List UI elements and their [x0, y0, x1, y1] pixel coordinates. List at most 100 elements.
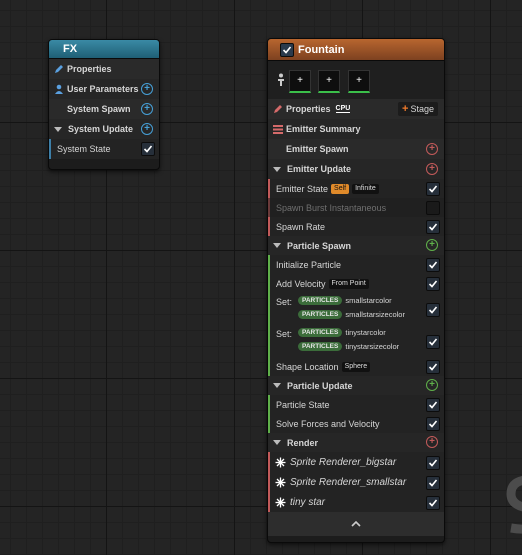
- fx-system-node[interactable]: FX Properties User Parameters + System S…: [48, 39, 160, 170]
- collapse-triangle-icon[interactable]: [273, 166, 281, 172]
- fx-system-spawn-row[interactable]: System Spawn +: [49, 99, 159, 119]
- collapse-triangle-icon[interactable]: [54, 126, 62, 132]
- collapse-triangle-icon[interactable]: [273, 383, 281, 388]
- fountain-emitter-node[interactable]: Fountain + + + Properties CPU + Stage Em…: [267, 38, 445, 543]
- set2-param-name-2: tinystarsizecolor: [345, 342, 400, 351]
- module-row-add-velocity[interactable]: Add Velocity From Point: [268, 274, 444, 293]
- module-row-initialize-particle[interactable]: Initialize Particle: [268, 255, 444, 274]
- emitter-summary-row[interactable]: Emitter Summary: [268, 119, 444, 139]
- plus-icon: +: [402, 103, 409, 115]
- particle-spawn-row[interactable]: Particle Spawn +: [268, 236, 444, 255]
- fx-system-update-label: System Update: [68, 124, 134, 134]
- stage-color-bar: [268, 325, 270, 357]
- stage-color-bar: [268, 357, 270, 376]
- sprite-burst-icon: [274, 477, 286, 488]
- stage-color-bar: [268, 452, 270, 472]
- set-label: Set:: [276, 329, 293, 339]
- module-row-emitter-state[interactable]: Emitter State Self Infinite: [268, 179, 444, 198]
- emitter-update-row[interactable]: Emitter Update +: [268, 159, 444, 179]
- fountain-properties-label: Properties: [286, 104, 331, 114]
- module-row-set-parameters-1[interactable]: Set: PARTICLES smallstarcolor PARTICLES …: [268, 293, 444, 325]
- add-system-update-module-icon[interactable]: +: [141, 123, 153, 135]
- particle-state-enabled-checkbox[interactable]: [426, 398, 440, 412]
- add-thumbnail-slot-2[interactable]: +: [318, 70, 340, 93]
- set1-enabled-checkbox[interactable]: [426, 303, 440, 317]
- emitter-state-label: Emitter State: [276, 183, 329, 194]
- module-row-shape-location[interactable]: Shape Location Sphere: [268, 357, 444, 376]
- solve-forces-enabled-checkbox[interactable]: [426, 417, 440, 431]
- collapse-triangle-icon[interactable]: [273, 440, 281, 445]
- self-badge: Self: [331, 183, 350, 194]
- particle-state-label: Particle State: [276, 399, 330, 410]
- fountain-node-header[interactable]: Fountain: [268, 39, 444, 61]
- initialize-particle-label: Initialize Particle: [276, 259, 342, 270]
- emitter-summary-label: Emitter Summary: [286, 124, 361, 134]
- stage-color-bar: [268, 274, 270, 293]
- emitter-enabled-checkbox[interactable]: [280, 43, 294, 57]
- renderer-row[interactable]: Sprite Renderer_bigstar: [268, 452, 444, 472]
- particle-update-row[interactable]: Particle Update +: [268, 376, 444, 395]
- fx-properties-label: Properties: [67, 64, 112, 74]
- shape-location-enabled-checkbox[interactable]: [426, 360, 440, 374]
- fx-node-header[interactable]: FX: [49, 40, 159, 59]
- emitter-state-enabled-checkbox[interactable]: [426, 182, 440, 196]
- renderer-enabled-checkbox[interactable]: [426, 496, 440, 510]
- fx-properties-row[interactable]: Properties: [49, 59, 159, 79]
- add-thumbnail-slot-3[interactable]: +: [348, 70, 370, 93]
- set2-param-name-1: tinystarcolor: [345, 328, 386, 337]
- add-user-parameter-icon[interactable]: +: [141, 83, 153, 95]
- set2-enabled-checkbox[interactable]: [426, 335, 440, 349]
- fx-node-title: FX: [63, 43, 78, 55]
- collapse-node-bar[interactable]: [268, 512, 444, 536]
- add-stage-label: Stage: [410, 104, 434, 114]
- module-row-set-parameters-2[interactable]: Set: PARTICLES tinystarcolor PARTICLES t…: [268, 325, 444, 357]
- add-thumbnail-slot-1[interactable]: +: [289, 70, 311, 93]
- emitter-spawn-label: Emitter Spawn: [286, 144, 349, 154]
- add-stage-button[interactable]: + Stage: [398, 102, 438, 116]
- particle-spawn-label: Particle Spawn: [287, 240, 352, 251]
- module-row-particle-state[interactable]: Particle State: [268, 395, 444, 414]
- render-label: Render: [287, 437, 319, 448]
- graph-watermark-glyph: [505, 470, 522, 540]
- fx-system-state-row[interactable]: System State: [49, 139, 159, 159]
- list-icon: [272, 124, 284, 134]
- stage-color-bar: [268, 395, 270, 414]
- spawn-burst-label: Spawn Burst Instantaneous: [276, 202, 387, 213]
- set1-param-row-2: PARTICLES smallstarsizecolor: [298, 310, 405, 319]
- system-state-enabled-checkbox[interactable]: [141, 142, 155, 156]
- stage-color-bar: [268, 492, 270, 512]
- fx-user-parameters-row[interactable]: User Parameters +: [49, 79, 159, 99]
- particles-namespace-pill: PARTICLES: [298, 296, 343, 305]
- module-row-spawn-rate[interactable]: Spawn Rate: [268, 217, 444, 236]
- add-emitter-spawn-module-icon[interactable]: +: [426, 143, 438, 155]
- pencil-icon: [272, 104, 284, 114]
- solve-forces-label: Solve Forces and Velocity: [276, 418, 380, 429]
- fountain-node-title: Fountain: [298, 43, 345, 56]
- render-row[interactable]: Render +: [268, 433, 444, 452]
- add-velocity-label: Add Velocity: [276, 278, 326, 289]
- add-system-spawn-module-icon[interactable]: +: [141, 103, 153, 115]
- renderer-enabled-checkbox[interactable]: [426, 476, 440, 490]
- add-particle-spawn-module-icon[interactable]: +: [426, 239, 438, 251]
- add-emitter-update-module-icon[interactable]: +: [426, 163, 438, 175]
- add-particle-update-module-icon[interactable]: +: [426, 379, 438, 391]
- renderer-row[interactable]: tiny star: [268, 492, 444, 512]
- set1-param-row-1: PARTICLES smallstarcolor: [298, 296, 392, 305]
- emitter-thumbnail-row: + + +: [268, 61, 444, 99]
- initialize-particle-enabled-checkbox[interactable]: [426, 258, 440, 272]
- add-renderer-icon[interactable]: +: [426, 436, 438, 448]
- spawn-burst-enabled-checkbox[interactable]: [426, 201, 440, 215]
- spawn-rate-enabled-checkbox[interactable]: [426, 220, 440, 234]
- stage-color-bar: [268, 293, 270, 325]
- collapse-triangle-icon[interactable]: [273, 243, 281, 248]
- renderer-row[interactable]: Sprite Renderer_smallstar: [268, 472, 444, 492]
- fountain-properties-row[interactable]: Properties CPU + Stage: [268, 99, 444, 119]
- module-row-solve-forces[interactable]: Solve Forces and Velocity: [268, 414, 444, 433]
- emitter-spawn-row[interactable]: Emitter Spawn +: [268, 139, 444, 159]
- cpu-sim-target-badge: CPU: [335, 105, 351, 113]
- fx-system-update-row[interactable]: System Update +: [49, 119, 159, 139]
- renderer-enabled-checkbox[interactable]: [426, 456, 440, 470]
- module-row-spawn-burst[interactable]: Spawn Burst Instantaneous: [268, 198, 444, 217]
- spawn-rate-label: Spawn Rate: [276, 221, 326, 232]
- add-velocity-enabled-checkbox[interactable]: [426, 277, 440, 291]
